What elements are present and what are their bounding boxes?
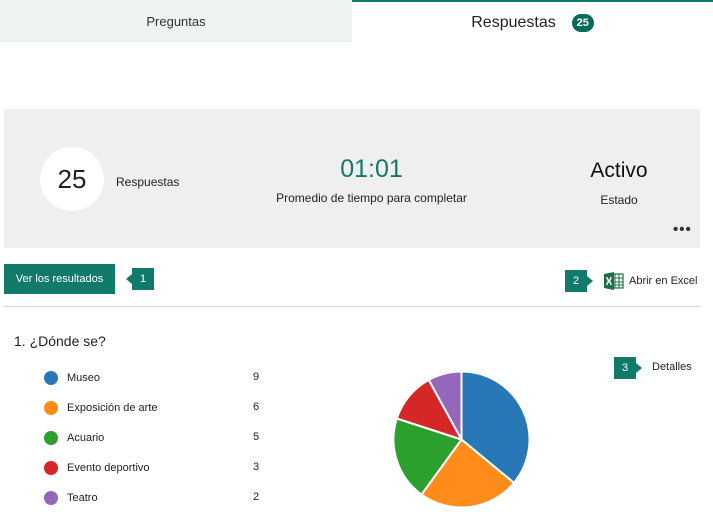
tab-questions-label: Preguntas — [146, 13, 206, 29]
legend-swatch — [44, 371, 58, 385]
tab-bar: Preguntas Respuestas 25 — [0, 0, 713, 43]
legend-item: Museo 9 — [44, 369, 269, 399]
pie-chart — [392, 370, 531, 509]
legend-label: Teatro — [67, 492, 98, 504]
view-results-label: Ver los resultados — [15, 273, 104, 285]
callout-2: 2 — [565, 270, 593, 292]
tab-responses-label: Respuestas — [471, 13, 556, 31]
legend-label: Exposición de arte — [67, 402, 158, 414]
chart-legend: Museo 9 Exposición de arte 6 Acuario 5 Evento … — [44, 369, 269, 519]
callout-1: 1 — [126, 268, 154, 290]
legend-swatch — [44, 401, 58, 415]
legend-count: 2 — [253, 491, 260, 503]
legend-item: Evento deportivo 3 — [44, 459, 269, 489]
ellipsis-icon[interactable]: ••• — [673, 222, 692, 237]
status-label: Estado — [600, 193, 638, 207]
legend-swatch — [44, 491, 58, 505]
tab-responses[interactable]: Respuestas 25 — [352, 0, 713, 43]
legend-item: Teatro 2 — [44, 489, 269, 519]
view-results-button[interactable]: Ver los resultados — [4, 264, 115, 294]
details-link[interactable]: Detalles — [652, 361, 692, 373]
status-value: Activo — [590, 159, 648, 182]
legend-swatch — [44, 461, 58, 475]
callout-3: 3 — [614, 357, 642, 379]
legend-label: Evento deportivo — [67, 462, 150, 474]
summary-panel: 25 Respuestas 01:01 Promedio de tiempo p… — [4, 109, 700, 248]
legend-label: Museo — [67, 372, 101, 384]
responses-count-badge: 25 — [571, 13, 594, 32]
excel-icon — [604, 272, 624, 290]
question-title: 1. ¿Dónde se? — [14, 333, 106, 349]
responses-count-circle: 25 — [40, 147, 104, 211]
open-excel-label: Abrir en Excel — [629, 275, 698, 287]
legend-item: Acuario 5 — [44, 429, 269, 459]
legend-label: Acuario — [67, 432, 105, 444]
legend-count: 9 — [253, 371, 260, 383]
avg-time-value: 01:01 — [340, 155, 403, 183]
legend-swatch — [44, 431, 58, 445]
legend-item: Exposición de arte 6 — [44, 399, 269, 429]
legend-count: 6 — [253, 401, 260, 413]
divider — [4, 306, 700, 307]
responses-label: Respuestas — [116, 175, 180, 189]
open-excel-button[interactable]: Abrir en Excel — [604, 272, 697, 290]
avg-time-label: Promedio de tiempo para completar — [276, 191, 467, 205]
legend-count: 5 — [253, 431, 260, 443]
tab-questions[interactable]: Preguntas — [0, 0, 352, 42]
legend-count: 3 — [253, 461, 260, 473]
